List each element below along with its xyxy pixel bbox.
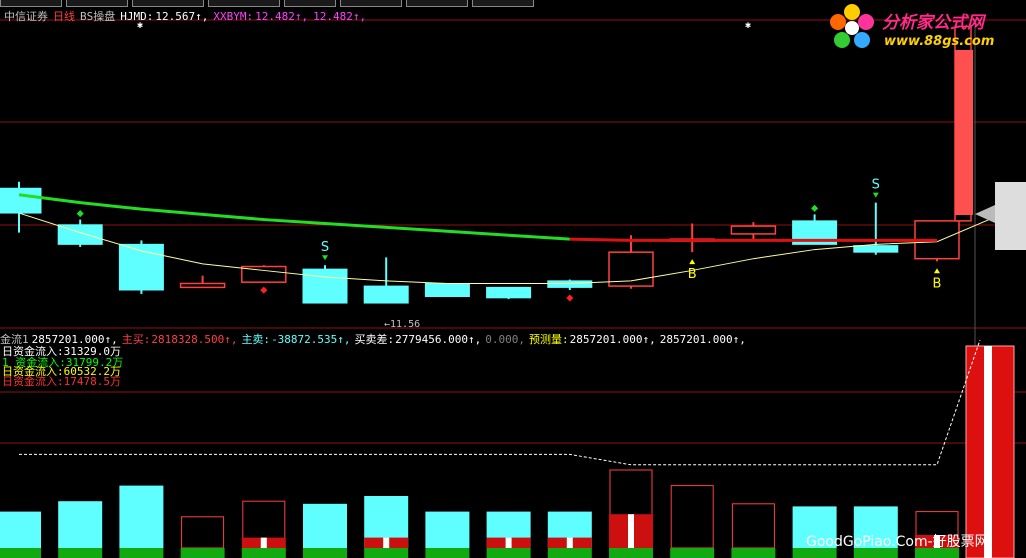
volume-bar [58, 501, 103, 548]
volume-base-green [731, 548, 776, 558]
main-sell-value: -38872.535↑, [271, 333, 351, 346]
sell-arrow-icon [872, 192, 879, 198]
buy-signal: B [933, 276, 942, 291]
scroll-handle [995, 182, 1026, 250]
trend-line-red [569, 237, 937, 242]
volume-fill-highlight [383, 537, 390, 548]
buy-arrow-icon [689, 259, 696, 265]
volume-base-green [670, 548, 715, 558]
main-buy-label: 主买: [121, 333, 151, 346]
zero-value: 0.000, [485, 333, 526, 346]
candle-body [0, 187, 42, 214]
marker-diamond [260, 286, 268, 294]
volume-base-green [180, 548, 225, 558]
volume-bar [670, 485, 714, 549]
volume-base-green [241, 548, 286, 558]
forecast-label: 预测量: [529, 333, 569, 346]
forecast-value-2: 2857201.000↑, [659, 333, 746, 346]
candle-body [302, 268, 348, 304]
candle-body [363, 285, 409, 304]
volume-fill-highlight [628, 514, 634, 548]
site-logo: 分析家公式网 www.88gs.com [826, 2, 1026, 54]
flower-logo-icon [830, 4, 874, 48]
volume-bar [425, 511, 470, 548]
volume-base-green [425, 548, 470, 558]
buy-arrow-icon [934, 268, 940, 274]
volume-bar [0, 511, 41, 548]
volume-base-green [303, 548, 347, 558]
volume-base-green [364, 548, 409, 558]
sell-signal: S [321, 240, 329, 255]
volume-base-green [547, 548, 592, 558]
volume-fill-highlight [260, 537, 267, 548]
volume-fill-highlight [566, 537, 573, 548]
volume-base-green [58, 548, 103, 558]
volume-fill-highlight [505, 537, 512, 548]
candle-body [853, 245, 899, 253]
volume-base-green [486, 548, 531, 558]
buy-signal: B [688, 267, 697, 282]
diff-label: 买卖差: [354, 333, 395, 346]
candle-body [486, 286, 532, 299]
main-header: 中信证券 日线 BS操盘 HJMD: 12.567↑, XXBYM: 12.482↑, 12.… [4, 8, 371, 24]
ma-yellow-line [18, 212, 999, 284]
sell-arrow-icon [322, 255, 328, 261]
candle-body [547, 280, 593, 288]
candle-body [730, 225, 777, 235]
volume-bar-last-highlight [984, 346, 992, 558]
marker-diamond [566, 294, 574, 302]
hjmd-label: HJMD: [120, 10, 154, 23]
volume-reference-line [19, 339, 981, 466]
right-price-bar [955, 50, 973, 215]
forecast-value: 2857201.000↑, [569, 333, 656, 346]
period-label[interactable]: 日线 [53, 10, 75, 23]
hjmd-value: 12.567↑, [155, 10, 209, 23]
main-buy-value: 2818328.500↑, [151, 333, 238, 346]
volume-base-green [609, 548, 653, 558]
volume-base-green [0, 548, 41, 558]
candlestick-chart: SSBB←11.56✱ ✱ [0, 19, 1026, 558]
volume-bar [303, 503, 347, 548]
extra-value: 12.482↑, [313, 10, 367, 23]
star-icon: ✱ [745, 20, 751, 31]
watermark: GoodGoPiao.Com-好股票网 [806, 534, 989, 550]
volume-bar [181, 516, 225, 549]
xxbym-label: XXBYM: [213, 10, 254, 23]
volume-bar [731, 503, 775, 549]
marker-diamond [811, 204, 819, 212]
flow-line-4: 日资金流入:17478.5万 [2, 375, 121, 388]
indicator-name[interactable]: BS操盘 [80, 10, 115, 23]
low-price-annotation: ←11.56 [384, 319, 420, 330]
main-sell-label: 主卖: [241, 333, 271, 346]
candle-body [424, 282, 470, 298]
logo-url: www.88gs.com [884, 34, 995, 49]
stock-chart-window: { "toolbar": ["技术分析","F10资讯","选择股票","选择指… [0, 0, 1026, 558]
diff-value: 2779456.000↑, [395, 333, 482, 346]
scroll-arrow-icon [975, 205, 995, 223]
xxbym-value: 12.482↑, [255, 10, 309, 23]
candle-body [179, 282, 226, 289]
volume-bar [119, 485, 164, 548]
marker-diamond [76, 210, 84, 218]
sell-signal: S [872, 178, 880, 193]
broker-name: 中信证券 [4, 10, 48, 23]
logo-title: 分析家公式网 [882, 13, 984, 33]
volume-base-green [119, 548, 164, 558]
